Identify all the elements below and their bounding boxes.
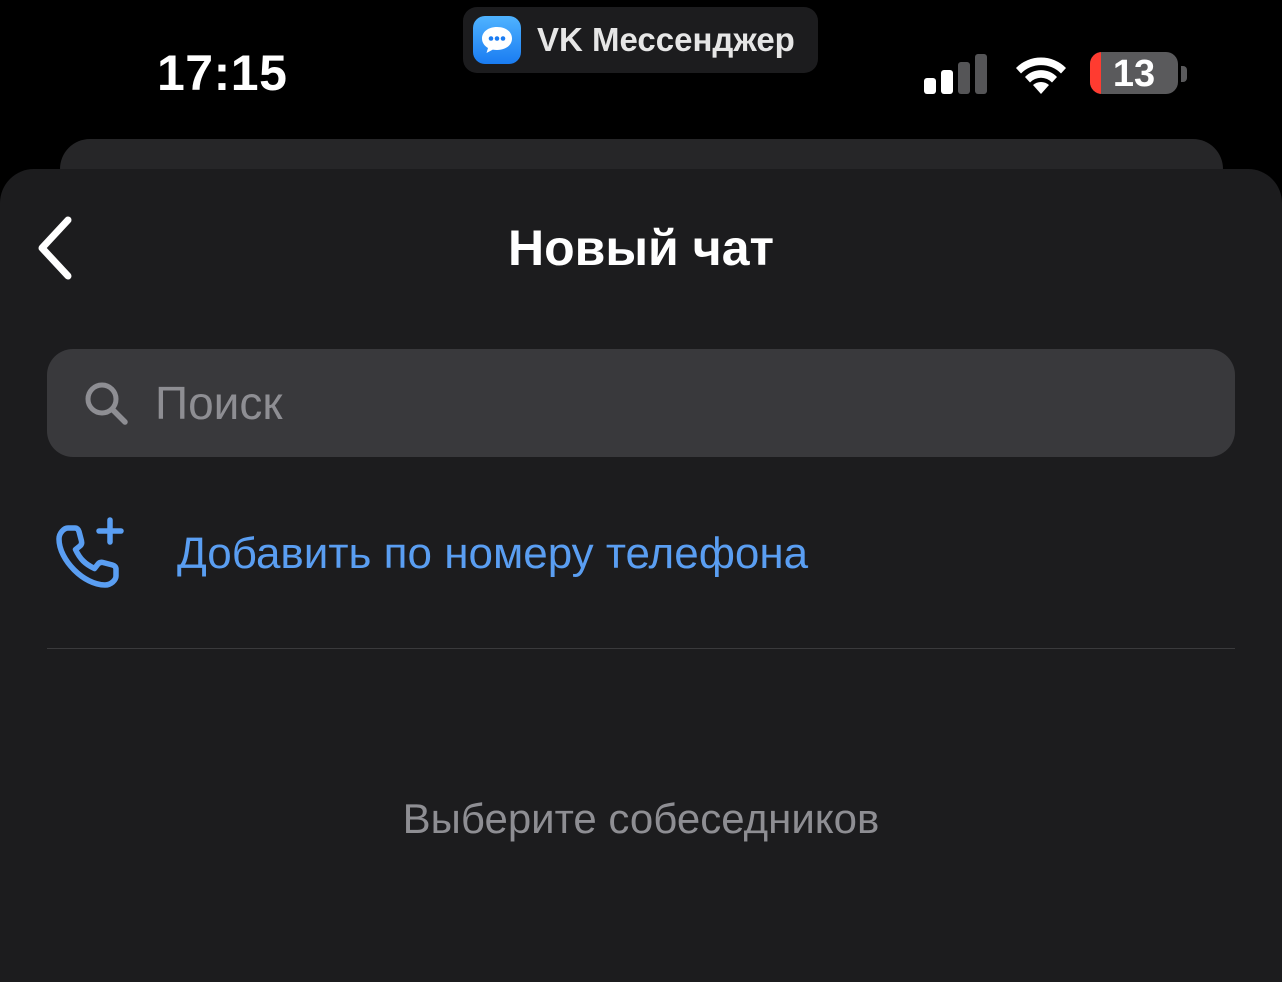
- app-indicator-pill[interactable]: VK Мессенджер: [463, 7, 818, 73]
- search-input[interactable]: [155, 363, 1235, 443]
- wifi-icon: [1011, 50, 1071, 96]
- battery-body: 13: [1090, 52, 1178, 94]
- signal-bar: [958, 62, 970, 94]
- battery-tip: [1181, 66, 1187, 82]
- signal-bar: [975, 54, 987, 94]
- cellular-signal-icon: [924, 54, 990, 94]
- new-chat-sheet: Новый чат Добавить по номеру телефона: [0, 169, 1282, 982]
- battery-level: 13: [1112, 53, 1156, 94]
- search-field[interactable]: [47, 349, 1235, 457]
- battery-indicator: 13: [1090, 50, 1190, 96]
- search-icon: [83, 380, 129, 426]
- status-time: 17:15: [157, 45, 288, 101]
- screen: 17:15 VK Мессенджер 13 Новый чат Поиск Д…: [0, 0, 1282, 982]
- chat-bubble-icon: [473, 16, 521, 64]
- phone-add-icon: [47, 511, 133, 597]
- app-indicator-label: VK Мессенджер: [537, 21, 795, 58]
- signal-bar: [924, 78, 936, 94]
- add-by-phone-label: Добавить по номеру телефона: [177, 529, 809, 578]
- divider: [47, 648, 1235, 649]
- empty-state-text: Выберите собеседников: [402, 795, 880, 842]
- add-by-phone-button[interactable]: Добавить по номеру телефона: [47, 504, 1235, 604]
- page-title: Новый чат: [507, 220, 775, 276]
- signal-bar: [941, 70, 953, 94]
